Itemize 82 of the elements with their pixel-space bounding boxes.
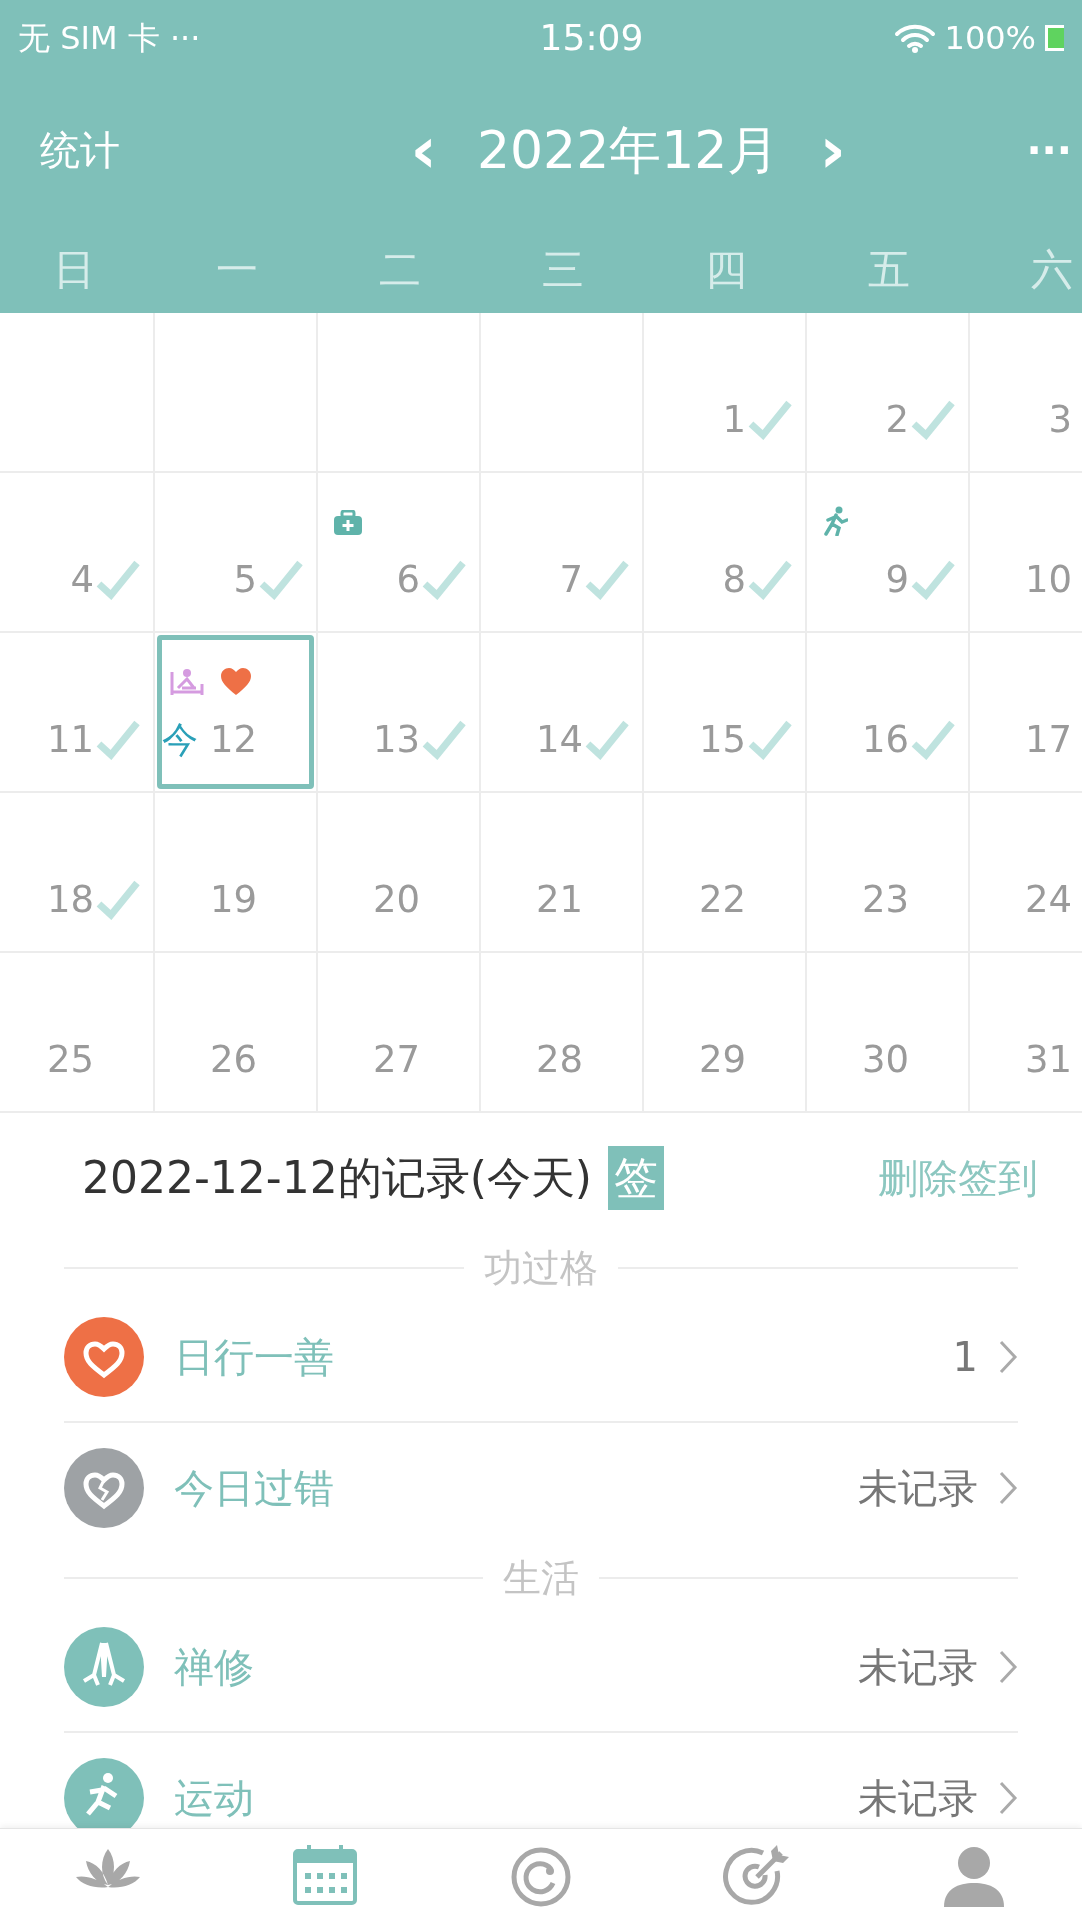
- day-number[interactable]: 31: [977, 1032, 1072, 1088]
- day-number[interactable]: 16: [814, 712, 909, 768]
- day-number[interactable]: 25: [0, 1032, 94, 1088]
- day-number[interactable]: 8: [651, 552, 746, 608]
- heart-icon: [220, 668, 252, 696]
- day-number[interactable]: 9: [814, 552, 909, 608]
- next-month-button[interactable]: ›: [819, 102, 846, 198]
- day-cell[interactable]: 22: [644, 793, 807, 953]
- day-cell[interactable]: 19: [155, 793, 318, 953]
- chevron-right-icon: [998, 1470, 1018, 1506]
- day-cell[interactable]: 30: [807, 953, 970, 1113]
- weekday-label: 二: [378, 243, 421, 296]
- weekday-label: 五: [867, 243, 910, 296]
- day-cell[interactable]: 24: [970, 793, 1082, 953]
- weekday-label: 一: [215, 243, 258, 296]
- day-number[interactable]: 21: [488, 872, 583, 928]
- day-cell[interactable]: 10: [970, 473, 1082, 633]
- day-number[interactable]: 18: [0, 872, 94, 928]
- day-number[interactable]: 14: [488, 712, 583, 768]
- battery-icon: [1044, 22, 1064, 53]
- section-title: 功过格: [483, 1244, 599, 1292]
- previous-month-button[interactable]: ‹: [410, 102, 437, 198]
- record-row[interactable]: 今日过错 未记录: [64, 1423, 1018, 1553]
- day-cell[interactable]: 28: [481, 953, 644, 1113]
- section-title: 生活: [502, 1554, 580, 1602]
- day-number[interactable]: 1: [651, 392, 746, 448]
- day-number[interactable]: 10: [977, 552, 1072, 608]
- day-number[interactable]: 13: [325, 712, 420, 768]
- battery-percent: 100%: [944, 17, 1036, 59]
- statistics-link[interactable]: 统计: [40, 120, 120, 180]
- chevron-right-icon: [998, 1649, 1018, 1685]
- day-number[interactable]: 11: [0, 712, 94, 768]
- signed-badge: 签: [608, 1146, 665, 1210]
- weekday-label: 三: [541, 243, 584, 296]
- running-person-icon: [822, 506, 848, 536]
- day-cell[interactable]: 25: [0, 953, 155, 1113]
- day-number[interactable]: 19: [162, 872, 257, 928]
- day-number[interactable]: 20: [325, 872, 420, 928]
- day-number[interactable]: 17: [977, 712, 1072, 768]
- chevron-right-icon: [998, 1339, 1018, 1375]
- record-title: 2022-12-12的记录(今天): [82, 1151, 593, 1205]
- day-number[interactable]: 30: [814, 1032, 909, 1088]
- weekday-label: 六: [1030, 243, 1073, 296]
- day-number[interactable]: 2: [814, 392, 909, 448]
- day-number[interactable]: 29: [651, 1032, 746, 1088]
- day-number[interactable]: 28: [488, 1032, 583, 1088]
- record-row[interactable]: 禅修 未记录: [64, 1603, 1018, 1733]
- day-cell[interactable]: 29: [644, 953, 807, 1113]
- day-number[interactable]: 3: [977, 392, 1072, 448]
- day-number[interactable]: 7: [488, 552, 583, 608]
- carrier-label: 无 SIM 卡 ···: [18, 17, 201, 59]
- day-cell[interactable]: 23: [807, 793, 970, 953]
- day-number[interactable]: 12: [198, 712, 258, 768]
- clock-time: 15:09: [539, 15, 644, 60]
- day-cell[interactable]: 20: [318, 793, 481, 953]
- more-button[interactable]: ···: [1026, 120, 1072, 180]
- record-row[interactable]: 运动 未记录: [64, 1733, 1018, 1829]
- day-number[interactable]: 27: [325, 1032, 420, 1088]
- month-title: 2022年12月: [476, 119, 780, 182]
- weekday-label: 日: [52, 243, 95, 296]
- day-number[interactable]: 26: [162, 1032, 257, 1088]
- day-number[interactable]: 4: [0, 552, 94, 608]
- weekday-label: 四: [704, 243, 747, 296]
- day-number[interactable]: 24: [977, 872, 1072, 928]
- day-number[interactable]: 6: [325, 552, 420, 608]
- medical-kit-icon: [333, 510, 363, 536]
- day-number[interactable]: 15: [651, 712, 746, 768]
- day-cell[interactable]: 27: [318, 953, 481, 1113]
- day-cell[interactable]: 17: [970, 633, 1082, 793]
- day-number[interactable]: 23: [814, 872, 909, 928]
- delete-checkin-link[interactable]: 删除签到: [878, 1148, 1038, 1208]
- day-cell[interactable]: 3: [970, 313, 1082, 473]
- figure-icon: [170, 668, 204, 696]
- day-cell[interactable]: 21: [481, 793, 644, 953]
- chevron-right-icon: [998, 1780, 1018, 1816]
- hands-icon: [64, 1627, 144, 1707]
- day-number[interactable]: 22: [651, 872, 746, 928]
- day-number[interactable]: 5: [162, 552, 257, 608]
- today-label: 今: [162, 717, 198, 762]
- day-cell[interactable]: 31: [970, 953, 1082, 1113]
- record-row[interactable]: 日行一善 1: [64, 1293, 1018, 1423]
- day-cell[interactable]: 26: [155, 953, 318, 1113]
